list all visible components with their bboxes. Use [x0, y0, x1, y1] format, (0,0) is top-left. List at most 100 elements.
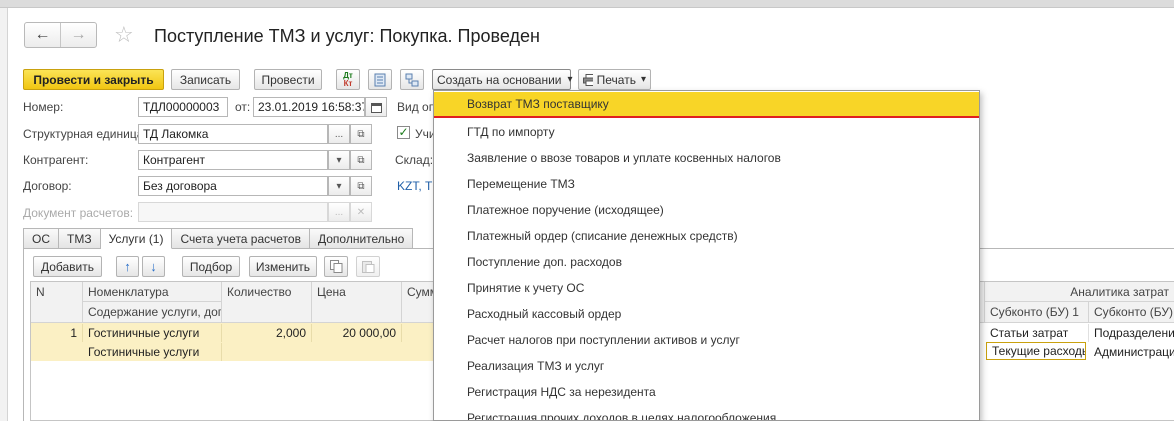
tab-tmz[interactable]: ТМЗ — [59, 228, 101, 249]
menu-item-tax-calculation[interactable]: Расчет налогов при поступлении активов и… — [434, 327, 979, 353]
dt-kt-button[interactable]: Дт Кт — [336, 69, 360, 90]
edit-button[interactable]: Изменить — [249, 256, 317, 277]
col-header-nomenclature[interactable]: Номенклатура — [83, 282, 222, 302]
date-label: от: — [235, 100, 251, 114]
warehouse-label: Склад: — [395, 153, 434, 167]
post-button[interactable]: Провести — [254, 69, 322, 90]
counterparty-dropdown-button[interactable]: ▾ — [328, 150, 350, 170]
contract-open-button[interactable]: ⧉ — [350, 176, 372, 196]
save-button[interactable]: Записать — [171, 69, 240, 90]
print-button[interactable]: Печать ▾ — [578, 69, 651, 90]
journal-button[interactable] — [368, 69, 392, 90]
tab-services[interactable]: Услуги (1) — [100, 228, 173, 249]
menu-item-fixed-asset-acceptance[interactable]: Принятие к учету ОС — [434, 275, 979, 301]
move-up-button[interactable]: ↑ — [116, 256, 139, 277]
arrow-up-icon: ↑ — [124, 259, 131, 274]
kt-text: Кт — [343, 78, 353, 88]
col-header-analytics[interactable]: Аналитика затрат — [985, 282, 1174, 302]
menu-item-additional-expenses[interactable]: Поступление доп. расходов — [434, 249, 979, 275]
col-header-subconto2[interactable]: Субконто (БУ) 2 — [1089, 302, 1174, 323]
printer-icon — [583, 73, 593, 86]
menu-item-sales[interactable]: Реализация ТМЗ и услуг — [434, 353, 979, 379]
list-icon — [374, 73, 386, 86]
tab-bar: ОС ТМЗ Услуги (1) Счета учета расчетов Д… — [23, 228, 414, 249]
currency-link[interactable]: KZT, Т — [397, 179, 432, 193]
number-field[interactable]: ТДЛ00000003 — [138, 97, 228, 117]
col-header-qty[interactable]: Количество — [222, 282, 312, 323]
cell-content[interactable]: Гостиничные услуги — [83, 343, 222, 361]
open-icon: ⧉ — [357, 128, 365, 140]
window-top-strip — [0, 0, 1174, 8]
col-header-content[interactable]: Содержание услуги, доп. — [83, 302, 222, 323]
settlement-doc-select-button[interactable]: ... — [328, 202, 350, 222]
add-row-button[interactable]: Добавить — [33, 256, 102, 277]
structure-button[interactable] — [400, 69, 424, 90]
tab-additional[interactable]: Дополнительно — [309, 228, 414, 249]
tab-settlement-accounts[interactable]: Счета учета расчетов — [172, 228, 310, 249]
calendar-button[interactable] — [365, 97, 387, 117]
contract-label: Договор: — [23, 179, 72, 193]
post-and-close-button[interactable]: Провести и закрыть — [23, 69, 164, 90]
cell-nomenclature[interactable]: Гостиничные услуги — [83, 324, 222, 342]
number-label: Номер: — [23, 100, 64, 114]
paste-row-button[interactable] — [356, 256, 380, 277]
col-header-price[interactable]: Цена — [312, 282, 402, 323]
menu-item-payment-order-outgoing[interactable]: Платежное поручение (исходящее) — [434, 197, 979, 223]
checkmark-icon: ✓ — [398, 125, 409, 139]
settlement-doc-clear-button[interactable]: ✕ — [350, 202, 372, 222]
structural-unit-select-button[interactable]: ... — [328, 124, 350, 144]
forward-button[interactable]: → — [61, 23, 96, 47]
pick-button[interactable]: Подбор — [182, 256, 240, 277]
calendar-icon — [370, 102, 382, 113]
hierarchy-icon — [405, 73, 419, 86]
create-based-on-menu: Возврат ТМЗ поставщику ГТД по импорту За… — [433, 90, 980, 421]
counterparty-label: Контрагент: — [23, 153, 89, 167]
contract-field[interactable]: Без договора — [138, 176, 328, 196]
menu-item-transfer[interactable]: Перемещение ТМЗ — [434, 171, 979, 197]
left-panel-edge — [0, 8, 8, 421]
print-label: Печать — [596, 72, 636, 87]
cell-qty[interactable]: 2,000 — [222, 324, 312, 342]
settlement-doc-label: Документ расчетов: — [23, 206, 134, 220]
move-down-button[interactable]: ↓ — [142, 256, 165, 277]
create-based-on-label: Создать на основании — [437, 72, 562, 87]
date-field[interactable]: 23.01.2019 16:58:37 — [253, 97, 365, 117]
cell-price[interactable]: 20 000,00 — [312, 324, 402, 342]
cell-subconto1-bottom[interactable]: Текущие расходы — [986, 342, 1086, 360]
cell-subconto2-top[interactable]: Подразделения — [1089, 324, 1174, 342]
counterparty-open-button[interactable]: ⧉ — [350, 150, 372, 170]
menu-item-payment-order-debit[interactable]: Платежный ордер (списание денежных средс… — [434, 223, 979, 249]
menu-item-import-customs-declaration[interactable]: ГТД по импорту — [434, 119, 979, 145]
cell-subconto2-bottom[interactable]: Администрация — [1089, 343, 1174, 361]
back-button[interactable]: ← — [25, 23, 61, 47]
copy-icon — [329, 260, 342, 273]
chevron-down-icon: ▾ — [567, 74, 573, 85]
tab-os[interactable]: ОС — [23, 228, 59, 249]
favorite-star-icon[interactable]: ☆ — [114, 23, 134, 47]
structural-unit-field[interactable]: ТД Лакомка — [138, 124, 328, 144]
paste-icon — [361, 261, 374, 273]
col-header-sum[interactable]: Сумм — [402, 282, 435, 323]
create-based-on-button[interactable]: Создать на основании ▾ — [432, 69, 573, 90]
menu-item-vat-nonresident[interactable]: Регистрация НДС за нерезидента — [434, 379, 979, 405]
settlement-doc-field[interactable] — [138, 202, 328, 222]
contract-dropdown-button[interactable]: ▾ — [328, 176, 350, 196]
col-header-n[interactable]: N — [31, 282, 83, 323]
dt-kt-icon: Дт Кт — [343, 71, 353, 88]
cell-n[interactable]: 1 — [31, 324, 83, 342]
menu-item-import-tax-statement[interactable]: Заявление о ввозе товаров и уплате косве… — [434, 145, 979, 171]
menu-item-other-income-registration[interactable]: Регистрация прочих доходов в целях налог… — [434, 405, 979, 420]
page-title: Поступление ТМЗ и услуг: Покупка. Провед… — [154, 26, 540, 46]
arrow-left-icon: ← — [34, 26, 51, 43]
structural-unit-open-button[interactable]: ⧉ — [350, 124, 372, 144]
copy-row-button[interactable] — [324, 256, 348, 277]
col-header-subconto1[interactable]: Субконто (БУ) 1 — [985, 302, 1089, 323]
open-icon: ⧉ — [357, 180, 365, 192]
nav-buttons: ← → — [24, 22, 97, 48]
menu-item-return-to-supplier[interactable]: Возврат ТМЗ поставщику — [434, 92, 979, 118]
menu-item-cash-expense-order[interactable]: Расходный кассовый ордер — [434, 301, 979, 327]
counterparty-field[interactable]: Контрагент — [138, 150, 328, 170]
cell-subconto1-top[interactable]: Статьи затрат — [985, 324, 1089, 342]
account-checkbox[interactable]: ✓ — [397, 126, 410, 139]
structural-unit-label: Структурная единица: — [23, 127, 147, 141]
